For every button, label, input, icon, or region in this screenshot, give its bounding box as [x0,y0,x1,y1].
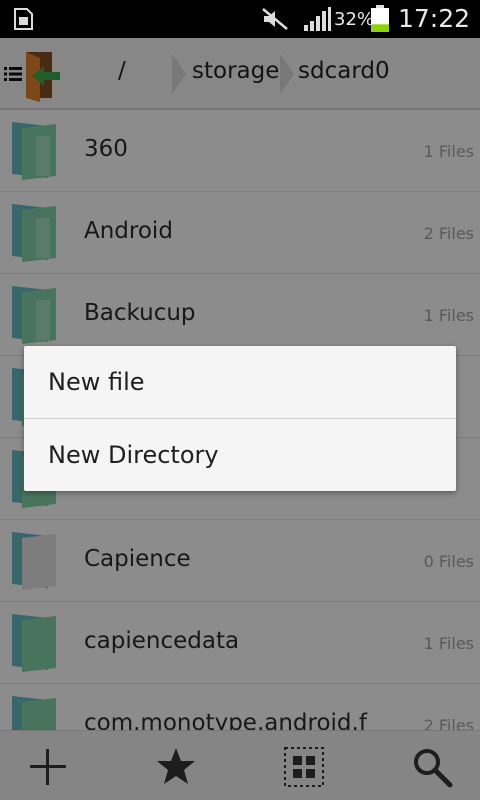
signal-icon [304,7,331,31]
sim-card-icon [14,8,33,30]
new-directory-menu-item[interactable]: New Directory [24,419,456,491]
mute-icon [262,8,288,30]
new-file-menu-item[interactable]: New file [24,346,456,418]
battery-percent: 32% [334,9,375,30]
clock: 17:22 [398,4,471,33]
new-item-popup-menu: New file New Directory [24,346,456,491]
status-bar: 32% 17:22 [0,0,480,38]
battery-icon [371,5,389,32]
